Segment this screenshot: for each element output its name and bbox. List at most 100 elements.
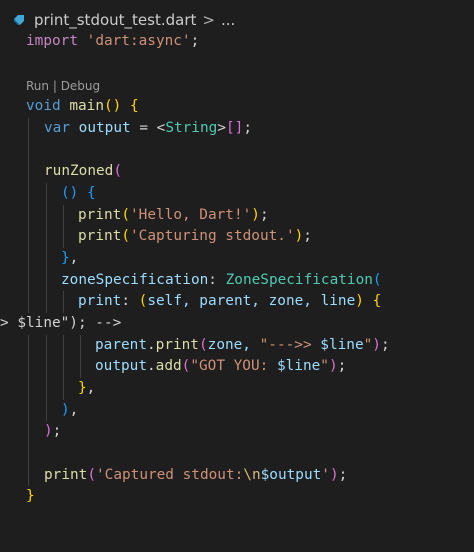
code-line: print('Hello, Dart!'); [0,204,474,227]
token: : [208,271,226,288]
token: output [78,119,131,136]
token: ( [87,466,96,483]
code-line: runZoned( [0,161,474,183]
code-line: print('Capturing stdout.'); [0,226,474,248]
token: ; [52,423,62,440]
code-line: void main() { [0,96,474,118]
token: ) [294,228,304,245]
token: "--->> [259,336,321,353]
indent-guide [28,161,29,183]
indent-guide [28,247,29,270]
code-line: print: (self, parent, zone, line) { [0,291,474,313]
breadcrumb-file-name[interactable]: print_stdout_test.dart [34,11,196,29]
debug-codelens[interactable]: Debug [61,79,100,93]
token: $output [260,466,322,483]
token: self, parent, zone, line [147,293,356,310]
token: ( [372,271,382,288]
token: : [121,293,139,310]
indent-guide [46,247,47,270]
code-line: parent.print(zone, "--->> $line"); [0,334,474,357]
token: parent [95,336,147,353]
token: . [146,336,156,353]
code-line: }, [0,247,474,270]
token: . [146,358,156,375]
indent-guide [80,356,81,379]
indent-guide [28,443,29,465]
token: \n [243,466,261,483]
token: 'Hello, Dart!' [130,206,252,223]
token: } [61,249,70,266]
indent-guide [28,226,29,248]
code-line: () { [0,182,474,205]
token: zoneSpecification [61,271,209,288]
token: ) [329,466,339,483]
token: "GOT YOU: [190,358,277,375]
code-line: }, [0,378,474,400]
token: ( [103,98,113,115]
token: ZoneSpecification [225,271,373,288]
token: 'dart:async' [86,33,191,49]
indent-guide [28,399,29,422]
token: > [217,119,226,136]
indent-guide [46,334,47,357]
token: print [78,228,122,245]
token: " [363,336,373,353]
token: { [130,98,139,115]
token: output [95,358,147,375]
token: } [78,380,87,397]
token: import [26,33,78,49]
token: ( [61,184,70,201]
token: ) [44,423,53,440]
code-line: output.add("GOT YOU: $line"); [0,356,474,379]
token: = < [130,119,166,136]
indent-guide [46,269,47,292]
indent-guide [28,204,29,227]
code-line [0,443,474,465]
indent-guide [28,421,29,444]
indent-guide [28,291,29,313]
code-line: } [0,486,474,508]
indent-guide [46,291,47,313]
token: ) [328,358,338,375]
codelens: Run | Debug [0,74,474,96]
token: , [69,401,79,418]
token: ; [338,466,348,483]
token: String [165,119,218,136]
run-codelens[interactable]: Run [26,79,49,93]
breadcrumb-more[interactable]: ... [221,11,235,29]
indent-guide [46,378,47,400]
token: print [44,466,88,483]
token: , [69,249,79,266]
code-area[interactable]: import 'dart:async'; Run | Debug void ma… [0,31,474,508]
code-line: import 'dart:async'; [0,31,474,53]
token: ) [251,206,260,223]
indent-guide [46,182,47,205]
indent-guide [28,334,29,357]
token: ( [113,163,122,180]
token: " [320,358,329,375]
indent-guide [46,356,47,379]
indent-guide [28,269,29,292]
token: zone, [207,336,260,353]
indent-guide [46,204,47,227]
token: $line [276,358,321,375]
token: ; [380,336,390,353]
token: ) [355,293,364,310]
indent-guide [28,139,29,162]
indent-guide [46,226,47,248]
token: ) [372,336,381,353]
code-editor[interactable]: print_stdout_test.dart > ... import 'dar… [0,0,474,504]
token: 'Capturing stdout.' [130,228,295,245]
token: ; [243,119,252,136]
breadcrumb: print_stdout_test.dart > ... [12,9,235,31]
token: [ [225,119,235,136]
token: ' [321,466,330,483]
token: ( [198,336,208,353]
token: { [372,293,382,310]
